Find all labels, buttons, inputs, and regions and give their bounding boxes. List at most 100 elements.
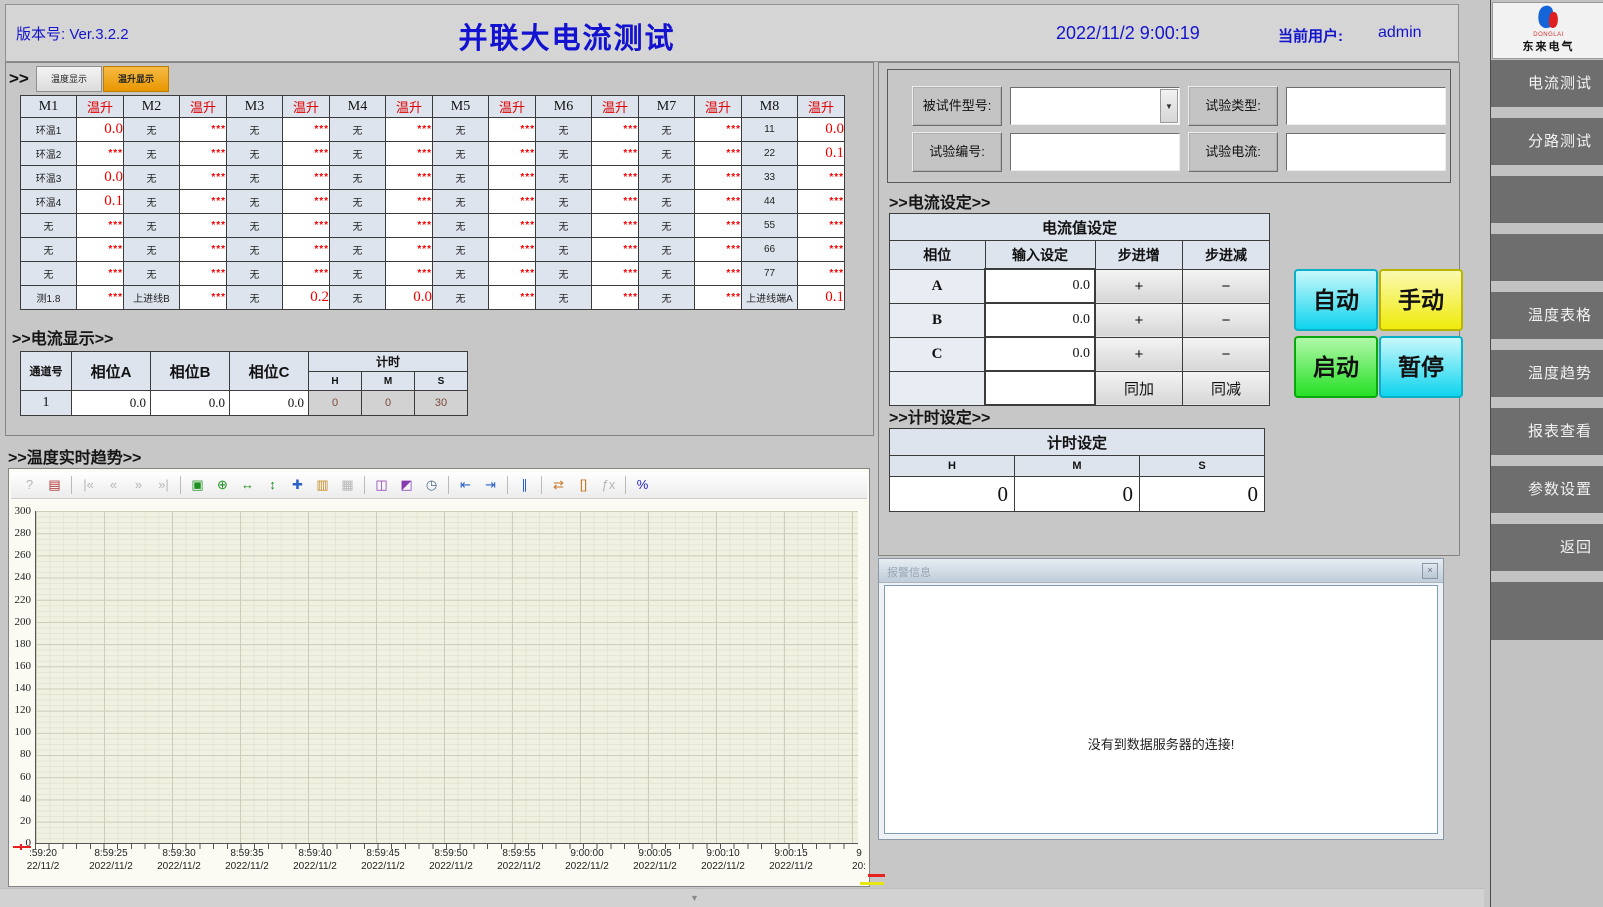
sidebar-item-8[interactable]: 参数设置 [1491, 466, 1603, 513]
manual-button[interactable]: 手动 [1379, 269, 1463, 331]
phase-input-cell[interactable]: 0.0 [985, 269, 1095, 303]
plot-area[interactable] [35, 511, 858, 844]
test-number-input[interactable] [1010, 133, 1180, 171]
phase-header: 相位C [230, 352, 309, 391]
combo-dropdown-icon[interactable]: ▼ [1160, 89, 1178, 123]
rise-value-cell: *** [695, 166, 742, 190]
x-tick-date: 2022/11/2 [212, 860, 282, 873]
curve-range-icon[interactable]: [] [572, 474, 595, 496]
all-minus-button[interactable]: 同减 [1183, 371, 1270, 405]
sidebar-item-1[interactable]: 电流测试 [1491, 60, 1603, 107]
x-tick-time: 8:59:50 [416, 847, 486, 860]
point-name-cell: 无 [227, 166, 283, 190]
x-tick-time: 8:59:40 [280, 847, 350, 860]
time-cursor-icon[interactable]: ◷ [420, 474, 443, 496]
y-tick-label: 280 [15, 527, 32, 539]
trend-pen-yellow [860, 882, 884, 885]
phase-input-cell[interactable]: 0.0 [985, 303, 1095, 337]
value-scale-icon[interactable]: ▥ [311, 474, 334, 496]
zoom-in-icon[interactable]: ⊕ [211, 474, 234, 496]
rise-col-header: 温升 [180, 96, 227, 118]
device-model-combobox[interactable]: ▼ [1010, 87, 1180, 125]
sidebar-item-6[interactable]: 温度趋势 [1491, 350, 1603, 397]
scrollbar-arrow-icon[interactable]: ▼ [690, 893, 699, 903]
dual-cursor-icon[interactable]: ◫ [370, 474, 393, 496]
zoom-vertical-icon[interactable]: ↕ [261, 474, 284, 496]
function-icon[interactable]: ƒx [597, 474, 620, 496]
step-minus-button[interactable]: − [1183, 303, 1270, 337]
horizontal-scrollbar[interactable]: ▼ [0, 888, 1484, 907]
rise-value-cell: *** [489, 190, 536, 214]
tab-temperature-display[interactable]: 温度显示 [36, 66, 102, 92]
calendar-icon[interactable]: ▦ [336, 474, 359, 496]
x-tick-date: 20: [824, 860, 894, 873]
sidebar-item-5[interactable]: 温度表格 [1491, 292, 1603, 339]
point-name-cell: 无 [227, 286, 283, 310]
rise-value-cell: *** [77, 142, 124, 166]
sidebar-item-blank[interactable] [1491, 582, 1603, 640]
y-tick-label: 300 [15, 505, 32, 517]
temp-rise-table: M1温升M2温升M3温升M4温升M5温升M6温升M7温升M8温升环温10.0无*… [20, 95, 845, 310]
test-current-input[interactable] [1286, 133, 1446, 171]
step-plus-button[interactable]: + [1095, 303, 1183, 337]
step-minus-button[interactable]: − [1183, 269, 1270, 303]
y-tick-label: 80 [20, 748, 31, 760]
auto-button[interactable]: 自动 [1294, 269, 1378, 331]
rise-value-cell: 0.0 [386, 286, 433, 310]
x-tick-date: 22/11/2 [8, 860, 78, 873]
sidebar-item-9[interactable]: 返回 [1491, 524, 1603, 571]
phase-input-cell[interactable] [985, 371, 1095, 405]
step-minus-button[interactable]: − [1183, 337, 1270, 371]
y-tick-label: 40 [20, 793, 31, 805]
sidebar-item-blank[interactable] [1491, 234, 1603, 281]
timer-setting-value[interactable]: 0 [1140, 477, 1265, 512]
help-icon[interactable]: ? [18, 474, 41, 496]
tab-temperature-rise-display[interactable]: 温升显示 [103, 66, 169, 92]
temp-row: 环温2***无***无***无***无***无***无***220.1 [21, 142, 845, 166]
step-plus-button[interactable]: + [1095, 337, 1183, 371]
sidebar-item-2[interactable]: 分路测试 [1491, 118, 1603, 165]
add-cursor-icon[interactable]: ◩ [395, 474, 418, 496]
rise-value-cell: *** [180, 190, 227, 214]
swap-axes-icon[interactable]: ⇄ [547, 474, 570, 496]
company-logo[interactable]: DONGLAI 东来电气 [1492, 2, 1603, 59]
timer-setting-value[interactable]: 0 [890, 477, 1015, 512]
point-name-cell: 无 [227, 142, 283, 166]
zoom-box-icon[interactable]: ▣ [186, 474, 209, 496]
test-type-input[interactable] [1286, 87, 1446, 125]
x-tick-date: 2022/11/2 [144, 860, 214, 873]
timer-setting-value[interactable]: 0 [1015, 477, 1140, 512]
all-plus-button[interactable]: 同加 [1095, 371, 1183, 405]
page-right-icon[interactable]: ⇥ [479, 474, 502, 496]
y-tick-label: 60 [20, 771, 31, 783]
sidebar-item-7[interactable]: 报表查看 [1491, 408, 1603, 455]
x-tick-time: 9 [824, 847, 894, 860]
zoom-horizontal-icon[interactable]: ↔ [236, 474, 259, 496]
close-icon[interactable]: × [1422, 563, 1438, 579]
point-name-cell: 无 [536, 118, 592, 142]
temp-row: 测1.8***上进线B***无0.2无0.0无***无***无***上进线端A0… [21, 286, 845, 310]
pause-button[interactable]: 暂停 [1379, 336, 1463, 398]
rise-value-cell: *** [489, 142, 536, 166]
percent-scale-icon[interactable]: % [631, 474, 654, 496]
start-button[interactable]: 启动 [1294, 336, 1378, 398]
point-name-cell: 44 [742, 190, 798, 214]
step-plus-button[interactable]: + [1095, 269, 1183, 303]
nav-back-icon[interactable]: « [102, 474, 125, 496]
pan-icon[interactable]: ✚ [286, 474, 309, 496]
sidebar-item-blank[interactable] [1491, 176, 1603, 223]
phase-input-cell[interactable]: 0.0 [985, 337, 1095, 371]
page-left-icon[interactable]: ⇤ [454, 474, 477, 496]
rise-value-cell: *** [77, 262, 124, 286]
pause-trend-icon[interactable]: ∥ [513, 474, 536, 496]
point-name-cell: 无 [21, 262, 77, 286]
nav-forward-icon[interactable]: » [127, 474, 150, 496]
phase-label-cell: C [890, 337, 986, 371]
point-name-cell: 无 [639, 214, 695, 238]
rise-value-cell: *** [592, 238, 639, 262]
m-col-header: M5 [433, 96, 489, 118]
nav-first-icon[interactable]: |« [77, 474, 100, 496]
export-report-icon[interactable]: ▤ [43, 474, 66, 496]
nav-last-icon[interactable]: »| [152, 474, 175, 496]
point-name-cell: 无 [639, 166, 695, 190]
